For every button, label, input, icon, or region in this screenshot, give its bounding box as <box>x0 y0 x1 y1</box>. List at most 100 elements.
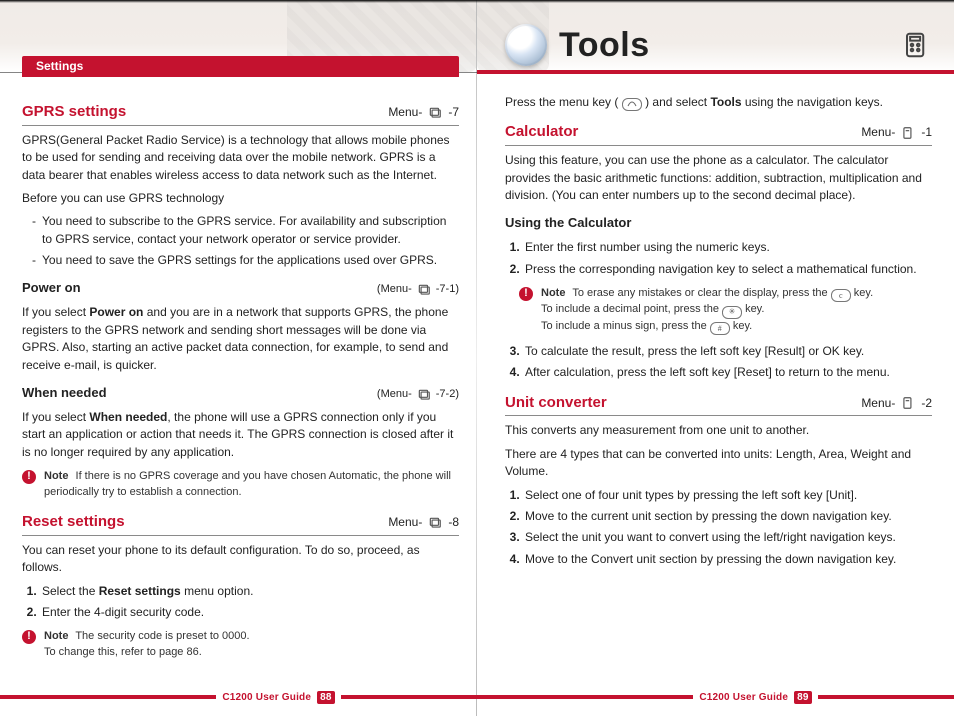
note-text: To erase any mistakes or clear the displ… <box>572 287 830 299</box>
note-label: Note <box>44 630 68 642</box>
text-fragment: ) and select <box>645 95 710 109</box>
bold-term: Reset settings <box>99 584 181 598</box>
meta-text: Menu- <box>861 395 895 412</box>
page-title-block: Tools <box>505 24 932 66</box>
heading-title: Unit converter <box>505 392 607 414</box>
meta-text: Menu- <box>388 104 422 121</box>
note-label: Note <box>44 470 68 482</box>
sub-meta: (Menu- -7-1) <box>377 282 459 298</box>
footer-label: C1200 User Guide 89 <box>693 691 817 704</box>
gprs-prereq-list: You need to subscribe to the GPRS servic… <box>22 213 459 269</box>
unit-steps-list: Select one of four unit types by pressin… <box>505 487 932 569</box>
right-content: Press the menu key ( ) and select Tools … <box>505 88 932 574</box>
settings-stack-icon <box>415 389 433 401</box>
list-item: Select the unit you want to convert usin… <box>523 529 932 546</box>
page-right: Tools Press the menu key ( ) and select … <box>477 0 954 716</box>
unit-types-paragraph: There are 4 types that can be converted … <box>505 446 932 481</box>
subheading-when-needed: When needed (Menu- -7-2) <box>22 384 459 403</box>
heading-meta: Menu- -1 <box>861 124 932 141</box>
text-fragment: Select the <box>42 584 99 598</box>
header-red-rule <box>477 70 954 74</box>
note-text: To include a decimal point, press the <box>541 303 722 315</box>
list-item: You need to save the GPRS settings for t… <box>32 252 459 269</box>
note-text: The security code is preset to 0000. <box>75 630 249 642</box>
star-key-icon: ✳ <box>722 306 742 319</box>
heading-meta: Menu- -2 <box>861 395 932 412</box>
list-item: You need to subscribe to the GPRS servic… <box>32 213 459 248</box>
settings-stack-icon <box>426 517 444 529</box>
text-fragment: using the navigation keys. <box>742 95 883 109</box>
list-item: After calculation, press the left soft k… <box>523 364 932 381</box>
calculator-steps-list: Enter the first number using the numeric… <box>505 239 932 278</box>
page-number: 89 <box>794 691 812 704</box>
note-text: To change this, refer to page 86. <box>44 646 202 658</box>
alert-icon: ! <box>519 287 533 301</box>
text-fragment: If you select <box>22 410 89 424</box>
section-tab-settings: Settings <box>22 56 459 77</box>
note-security-code: ! Note The security code is preset to 00… <box>22 629 459 661</box>
heading-reset-settings: Reset settings Menu- -8 <box>22 511 459 536</box>
note-body: Note The security code is preset to 0000… <box>44 629 459 661</box>
footer-right: C1200 User Guide 89 <box>477 688 954 706</box>
tools-intro-paragraph: Press the menu key ( ) and select Tools … <box>505 94 932 111</box>
when-needed-paragraph: If you select When needed, the phone wil… <box>22 409 459 461</box>
bold-term: When needed <box>89 410 167 424</box>
page-number: 88 <box>317 691 335 704</box>
unit-intro-paragraph: This converts any measurement from one u… <box>505 422 932 439</box>
list-item: Enter the first number using the numeric… <box>523 239 932 256</box>
footer-label: C1200 User Guide 88 <box>216 691 340 704</box>
heading-calculator: Calculator Menu- -1 <box>505 121 932 146</box>
note-text: key. <box>745 303 764 315</box>
reset-steps-list: Select the Reset settings menu option. E… <box>22 583 459 622</box>
note-text: key. <box>733 320 752 332</box>
list-item: Select one of four unit types by pressin… <box>523 487 932 504</box>
settings-stack-icon <box>415 284 433 296</box>
page-title: Tools <box>559 26 650 65</box>
heading-unit-converter: Unit converter Menu- -2 <box>505 392 932 417</box>
meta-text: Menu- <box>861 124 895 141</box>
clear-key-icon: c <box>831 289 851 302</box>
tool-icon <box>899 397 917 409</box>
note-text: If there is no GPRS coverage and you hav… <box>44 470 451 498</box>
alert-icon: ! <box>22 470 36 484</box>
list-item: Press the corresponding navigation key t… <box>523 261 932 278</box>
meta-suffix: -7-1) <box>436 282 459 298</box>
settings-stack-icon <box>426 107 444 119</box>
note-label: Note <box>541 287 565 299</box>
meta-suffix: -1 <box>921 124 932 141</box>
meta-suffix: -2 <box>921 395 932 412</box>
subheading-power-on: Power on (Menu- -7-1) <box>22 279 459 298</box>
note-text: To include a minus sign, press the <box>541 320 710 332</box>
list-item: Select the Reset settings menu option. <box>40 583 459 600</box>
note-text: key. <box>854 287 873 299</box>
page-top-hairline <box>0 0 954 3</box>
heading-title: GPRS settings <box>22 101 126 123</box>
meta-suffix: -7 <box>448 104 459 121</box>
heading-title: Reset settings <box>22 511 125 533</box>
alert-icon: ! <box>22 630 36 644</box>
tool-icon <box>899 127 917 139</box>
gprs-intro-paragraph: GPRS(General Packet Radio Service) is a … <box>22 132 459 184</box>
calculator-intro-paragraph: Using this feature, you can use the phon… <box>505 152 932 204</box>
sub-title: Power on <box>22 279 81 298</box>
bold-term: Power on <box>89 305 143 319</box>
meta-suffix: -8 <box>448 514 459 531</box>
heading-title: Calculator <box>505 121 578 143</box>
bold-term: Tools <box>710 95 741 109</box>
power-on-paragraph: If you select Power on and you are in a … <box>22 304 459 374</box>
gprs-before-paragraph: Before you can use GPRS technology <box>22 190 459 207</box>
heading-meta: Menu- -8 <box>388 514 459 531</box>
hash-key-icon: # <box>710 322 730 335</box>
note-body: Note If there is no GPRS coverage and yo… <box>44 469 459 501</box>
reset-intro-paragraph: You can reset your phone to its default … <box>22 542 459 577</box>
two-page-spread: Settings GPRS settings Menu- -7 GPRS(Gen… <box>0 0 954 716</box>
meta-suffix: -7-2) <box>436 387 459 403</box>
note-calculator-keys: ! Note To erase any mistakes or clear th… <box>519 286 932 335</box>
list-item: To calculate the result, press the left … <box>523 343 932 360</box>
list-item: Move to the current unit section by pres… <box>523 508 932 525</box>
sub-meta: (Menu- -7-2) <box>377 387 459 403</box>
meta-text: Menu- <box>388 514 422 531</box>
text-fragment: If you select <box>22 305 89 319</box>
heading-gprs-settings: GPRS settings Menu- -7 <box>22 101 459 126</box>
orb-icon <box>505 24 547 66</box>
